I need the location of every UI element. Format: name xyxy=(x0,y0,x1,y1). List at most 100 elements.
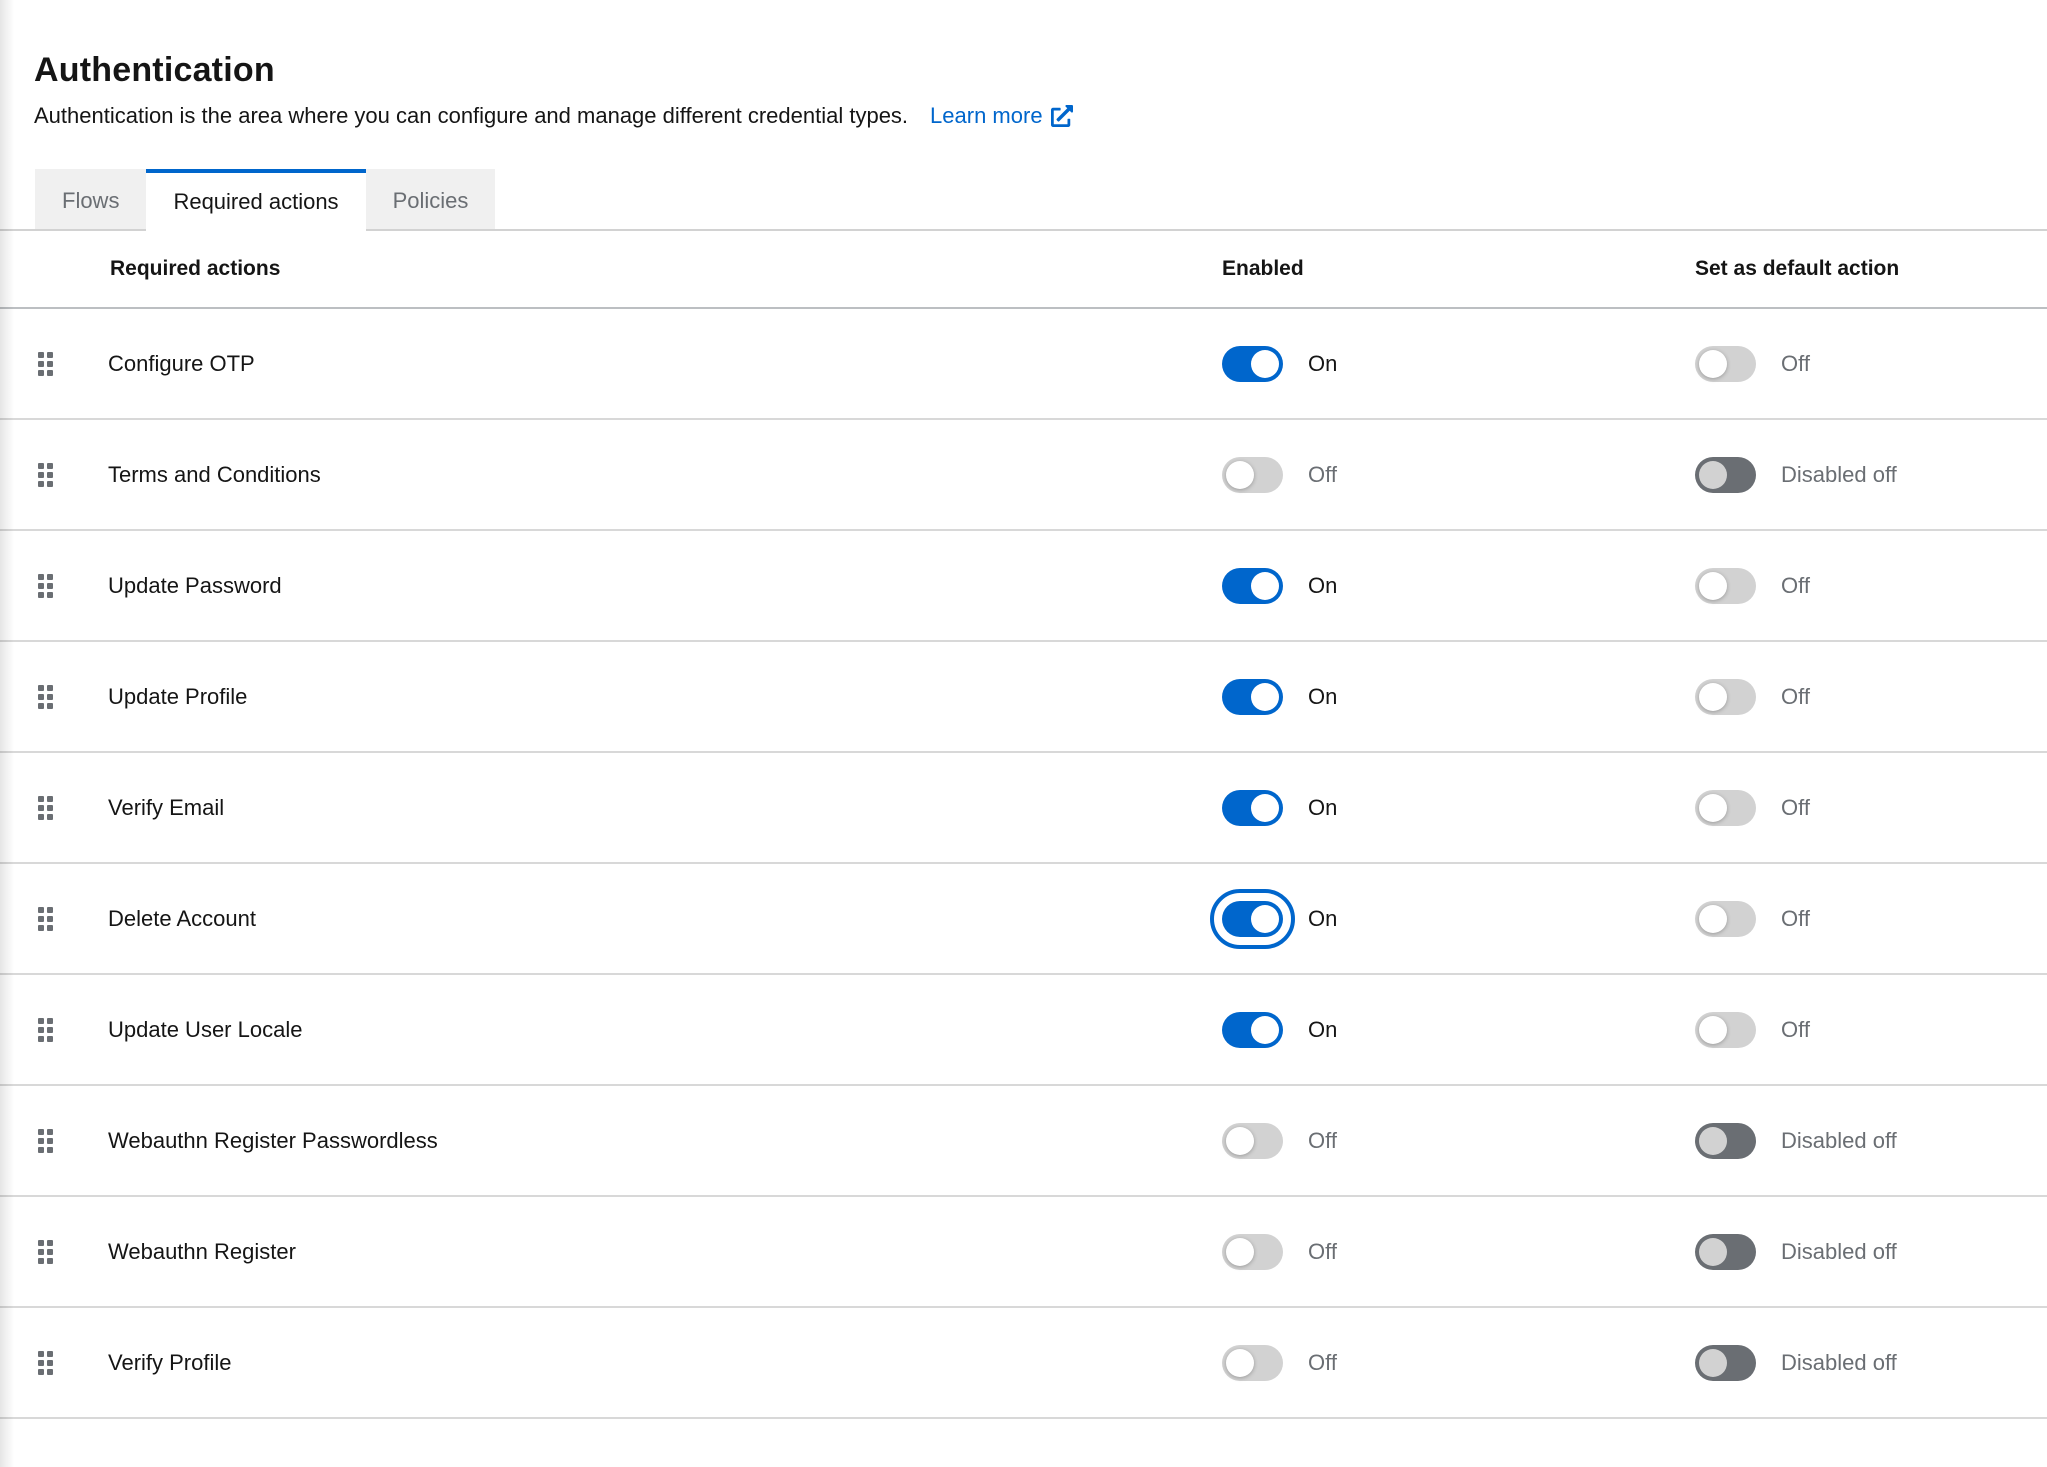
switch-knob xyxy=(1699,350,1727,378)
default-switch[interactable] xyxy=(1695,1234,1756,1270)
enabled-switch-label: On xyxy=(1308,795,1337,821)
column-header-enabled: Enabled xyxy=(1222,257,1695,281)
drag-handle-icon[interactable] xyxy=(38,907,53,931)
enabled-switch[interactable] xyxy=(1222,790,1283,826)
tab-policies[interactable]: Policies xyxy=(366,169,496,229)
row-label: Update Profile xyxy=(108,684,247,710)
default-switch-label: Disabled off xyxy=(1781,1128,1897,1154)
default-switch[interactable] xyxy=(1695,1123,1756,1159)
page-title: Authentication xyxy=(34,52,2047,88)
default-switch-label: Disabled off xyxy=(1781,462,1897,488)
row-label: Update Password xyxy=(108,573,282,599)
default-switch[interactable] xyxy=(1695,1012,1756,1048)
enabled-switch-label: On xyxy=(1308,906,1337,932)
column-header-required-actions: Required actions xyxy=(0,257,1222,281)
default-switch[interactable] xyxy=(1695,790,1756,826)
switch-knob xyxy=(1251,572,1279,600)
tab-bar: Flows Required actions Policies xyxy=(0,169,2047,231)
learn-more-link[interactable]: Learn more xyxy=(930,103,1073,129)
row-label: Update User Locale xyxy=(108,1017,302,1043)
row-label: Verify Email xyxy=(108,795,224,821)
table-row: Verify Email On Off xyxy=(0,753,2047,864)
row-label: Webauthn Register xyxy=(108,1239,296,1265)
row-label: Delete Account xyxy=(108,906,256,932)
table-row: Configure OTP On Off xyxy=(0,309,2047,420)
switch-knob xyxy=(1699,683,1727,711)
row-label: Configure OTP xyxy=(108,351,255,377)
default-switch-label: Off xyxy=(1781,906,1810,932)
enabled-switch-label: Off xyxy=(1308,1128,1337,1154)
table-row: Terms and Conditions Off Disabled off xyxy=(0,420,2047,531)
table-row: Verify Profile Off Disabled off xyxy=(0,1308,2047,1419)
switch-knob xyxy=(1226,1127,1254,1155)
drag-handle-icon[interactable] xyxy=(38,574,53,598)
enabled-switch[interactable] xyxy=(1222,568,1283,604)
switch-knob xyxy=(1699,1238,1727,1266)
drag-handle-icon[interactable] xyxy=(38,1240,53,1264)
switch-knob xyxy=(1226,1349,1254,1377)
default-switch-label: Disabled off xyxy=(1781,1350,1897,1376)
switch-knob xyxy=(1251,905,1279,933)
switch-knob xyxy=(1699,905,1727,933)
enabled-switch-label: Off xyxy=(1308,1239,1337,1265)
drag-handle-icon[interactable] xyxy=(38,1129,53,1153)
switch-knob xyxy=(1251,1016,1279,1044)
enabled-switch[interactable] xyxy=(1222,1234,1283,1270)
enabled-switch-label: On xyxy=(1308,351,1337,377)
switch-knob xyxy=(1251,350,1279,378)
enabled-switch[interactable] xyxy=(1222,1012,1283,1048)
table-row: Update User Locale On Off xyxy=(0,975,2047,1086)
table-row: Webauthn Register Off Disabled off xyxy=(0,1197,2047,1308)
row-label: Webauthn Register Passwordless xyxy=(108,1128,438,1154)
default-switch-label: Off xyxy=(1781,573,1810,599)
enabled-switch[interactable] xyxy=(1222,1345,1283,1381)
default-switch[interactable] xyxy=(1695,901,1756,937)
switch-knob xyxy=(1699,1016,1727,1044)
default-switch[interactable] xyxy=(1695,457,1756,493)
drag-handle-icon[interactable] xyxy=(38,352,53,376)
default-switch[interactable] xyxy=(1695,1345,1756,1381)
table-row: Update Profile On Off xyxy=(0,642,2047,753)
table-row: Webauthn Register Passwordless Off Disab… xyxy=(0,1086,2047,1197)
switch-knob xyxy=(1699,1127,1727,1155)
enabled-switch-label: On xyxy=(1308,573,1337,599)
default-switch-label: Off xyxy=(1781,1017,1810,1043)
learn-more-label: Learn more xyxy=(930,103,1043,129)
enabled-switch[interactable] xyxy=(1222,901,1283,937)
default-switch[interactable] xyxy=(1695,679,1756,715)
switch-knob xyxy=(1251,683,1279,711)
switch-knob xyxy=(1226,1238,1254,1266)
external-link-icon xyxy=(1051,105,1073,127)
drag-handle-icon[interactable] xyxy=(38,685,53,709)
drag-handle-icon[interactable] xyxy=(38,1018,53,1042)
drag-handle-icon[interactable] xyxy=(38,463,53,487)
tab-flows[interactable]: Flows xyxy=(35,169,146,229)
switch-knob xyxy=(1699,572,1727,600)
enabled-switch[interactable] xyxy=(1222,457,1283,493)
column-header-set-as-default: Set as default action xyxy=(1695,257,2047,281)
enabled-switch-label: Off xyxy=(1308,1350,1337,1376)
switch-knob xyxy=(1251,794,1279,822)
default-switch-label: Disabled off xyxy=(1781,1239,1897,1265)
enabled-switch-label: On xyxy=(1308,684,1337,710)
page-header: Authentication Authentication is the are… xyxy=(0,0,2047,129)
enabled-switch[interactable] xyxy=(1222,679,1283,715)
default-switch[interactable] xyxy=(1695,346,1756,382)
switch-knob xyxy=(1699,794,1727,822)
drag-handle-icon[interactable] xyxy=(38,796,53,820)
enabled-switch-label: On xyxy=(1308,1017,1337,1043)
required-actions-table: Required actions Enabled Set as default … xyxy=(0,231,2047,1419)
page-description: Authentication is the area where you can… xyxy=(34,103,908,129)
default-switch[interactable] xyxy=(1695,568,1756,604)
default-switch-label: Off xyxy=(1781,351,1810,377)
table-body: Configure OTP On Off Terms and Condition… xyxy=(0,309,2047,1419)
enabled-switch[interactable] xyxy=(1222,1123,1283,1159)
drag-handle-icon[interactable] xyxy=(38,1351,53,1375)
row-label: Terms and Conditions xyxy=(108,462,321,488)
switch-knob xyxy=(1226,461,1254,489)
tab-required-actions[interactable]: Required actions xyxy=(146,169,365,231)
enabled-switch[interactable] xyxy=(1222,346,1283,382)
default-switch-label: Off xyxy=(1781,795,1810,821)
row-label: Verify Profile xyxy=(108,1350,232,1376)
switch-knob xyxy=(1699,1349,1727,1377)
